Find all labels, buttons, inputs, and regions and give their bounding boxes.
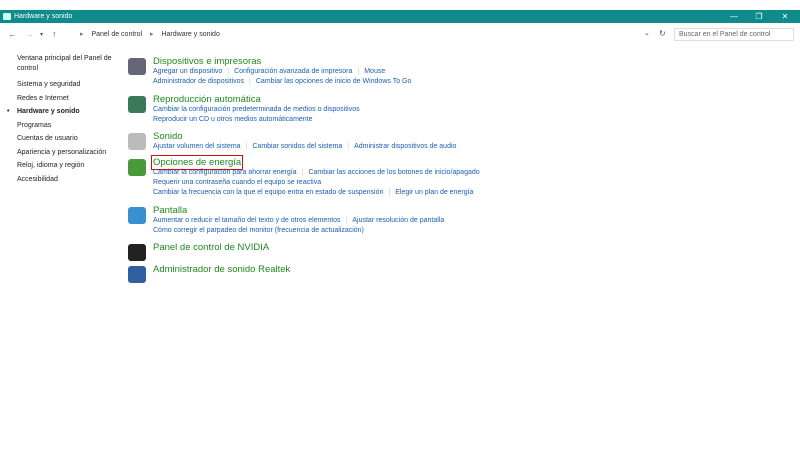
control-panel-icon: [3, 13, 11, 20]
realtek-icon: [128, 266, 146, 283]
link-row: Cómo corregir el parpadeo del monitor (f…: [153, 227, 364, 234]
address-bar: ← → ▾ ↑ ▸ Panel de control ▸ Hardware y …: [0, 24, 800, 44]
separator: |: [227, 68, 230, 75]
sidebar-item-accounts[interactable]: Cuentas de usuario: [17, 132, 117, 146]
section-link[interactable]: Reproducir un CD u otros medios automáti…: [153, 116, 313, 123]
power-icon: [128, 159, 146, 176]
separator: |: [388, 189, 391, 196]
breadcrumb-hardware-sound[interactable]: Hardware y sonido: [161, 31, 219, 38]
link-row: Reproducir un CD u otros medios automáti…: [153, 116, 313, 123]
separator: |: [301, 169, 304, 176]
section-link[interactable]: Cambiar las acciones de los botones de i…: [308, 169, 479, 176]
section-title[interactable]: Opciones de energía: [150, 155, 244, 170]
section-link[interactable]: Administrador de dispositivos: [153, 78, 244, 85]
display-icon: [128, 207, 146, 224]
nvidia-icon: [128, 244, 146, 261]
sidebar-item-clock[interactable]: Reloj, idioma y región: [17, 159, 117, 173]
link-row: Administrador de dispositivos | Cambiar la…: [153, 78, 411, 85]
sidebar: Ventana principal del Panel de control S…: [7, 54, 117, 187]
printer-icon: [128, 58, 146, 75]
close-button[interactable]: ✕: [773, 10, 797, 23]
sidebar-item-system[interactable]: Sistema y seguridad: [17, 78, 117, 92]
back-icon[interactable]: ←: [8, 29, 17, 39]
section-link[interactable]: Cambiar las opciones de inicio de Window…: [256, 78, 412, 85]
section-link[interactable]: Cambiar la configuración para ahorrar en…: [153, 169, 297, 176]
section-link[interactable]: Requerir una contraseña cuando el equipo…: [153, 179, 321, 186]
link-row: Cambiar la frecuencia con la que el equi…: [153, 189, 473, 196]
recent-dropdown-icon[interactable]: ▾: [40, 31, 43, 38]
forward-icon[interactable]: →: [25, 29, 34, 39]
title-bar: Hardware y sonido — ❐ ✕: [0, 10, 800, 23]
separator: |: [345, 217, 348, 224]
sidebar-item-programs[interactable]: Programas: [17, 119, 117, 133]
minimize-button[interactable]: —: [722, 10, 746, 23]
separator: |: [347, 143, 350, 150]
sidebar-item-accessibility[interactable]: Accesibilidad: [17, 173, 117, 187]
maximize-button[interactable]: ❐: [747, 10, 771, 23]
section-link[interactable]: Cambiar la frecuencia con la que el equi…: [153, 189, 383, 196]
section-link[interactable]: Configuración avanzada de impresora: [234, 68, 352, 75]
section-link[interactable]: Cambiar sonidos del sistema: [252, 143, 342, 150]
link-row: Requerir una contraseña cuando el equipo…: [153, 179, 321, 186]
sidebar-item-appearance[interactable]: Apariencia y personalización: [17, 146, 117, 160]
link-row: Cambiar la configuración para ahorrar en…: [153, 169, 480, 176]
section-title[interactable]: Administrador de sonido Realtek: [153, 264, 290, 275]
link-row: Cambiar la configuración predeterminada …: [153, 106, 360, 113]
sidebar-item-network[interactable]: Redes e Internet: [17, 92, 117, 106]
separator: |: [245, 143, 248, 150]
speaker-icon: [128, 133, 146, 150]
dropdown-icon[interactable]: ⌄: [644, 29, 650, 37]
section-link[interactable]: Cómo corregir el parpadeo del monitor (f…: [153, 227, 364, 234]
search-input[interactable]: Buscar en el Panel de control: [674, 28, 794, 41]
section-title[interactable]: Dispositivos e impresoras: [153, 56, 261, 67]
section-link[interactable]: Administrar dispositivos de audio: [354, 143, 456, 150]
autoplay-icon: [128, 96, 146, 113]
section-title[interactable]: Panel de control de NVIDIA: [153, 242, 269, 253]
link-row: Aumentar o reducir el tamaño del texto y…: [153, 217, 444, 224]
section-title[interactable]: Sonido: [153, 131, 183, 142]
link-row: Agregar un dispositivo | Configuración ava…: [153, 68, 385, 75]
separator: |: [357, 68, 360, 75]
section-link[interactable]: Cambiar la configuración predeterminada …: [153, 106, 360, 113]
section-link[interactable]: Agregar un dispositivo: [153, 68, 222, 75]
section-link[interactable]: Aumentar o reducir el tamaño del texto y…: [153, 217, 341, 224]
section-link[interactable]: Ajustar volumen del sistema: [153, 143, 241, 150]
separator: |: [249, 78, 251, 85]
section-title[interactable]: Reproducción automática: [153, 94, 261, 105]
section-link[interactable]: Elegir un plan de energía: [395, 189, 473, 196]
up-icon[interactable]: ↑: [52, 29, 57, 39]
section-link[interactable]: Ajustar resolución de pantalla: [352, 217, 444, 224]
section-link[interactable]: Mouse: [364, 68, 385, 75]
breadcrumb-control-panel[interactable]: Panel de control: [91, 31, 142, 38]
breadcrumb: ▸ Panel de control ▸ Hardware y sonido: [80, 31, 220, 38]
sidebar-item-hardware[interactable]: Hardware y sonido: [7, 105, 117, 119]
sidebar-item-home[interactable]: Ventana principal del Panel de control: [17, 54, 117, 74]
section-title[interactable]: Pantalla: [153, 205, 187, 216]
window-title: Hardware y sonido: [14, 13, 73, 20]
refresh-icon[interactable]: ↻: [659, 29, 666, 38]
link-row: Ajustar volumen del sistema | Cambiar soni…: [153, 143, 456, 150]
